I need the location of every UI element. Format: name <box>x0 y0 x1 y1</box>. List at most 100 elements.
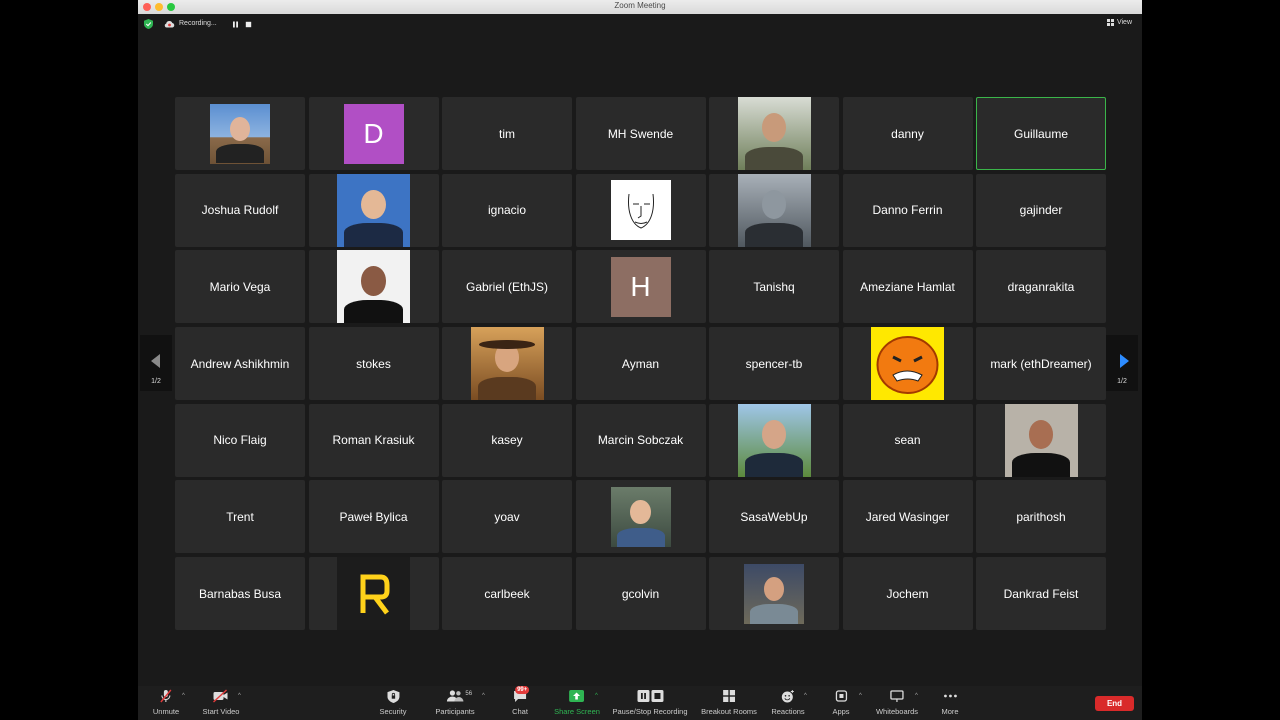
participant-tile[interactable]: Ameziane Hamlat <box>842 250 973 324</box>
pause-stop-recording-button[interactable]: Pause/Stop Recording <box>612 689 688 716</box>
share-screen-caret-icon[interactable]: ^ <box>595 693 598 699</box>
participant-tile[interactable]: Tanishq <box>709 250 839 324</box>
end-meeting-button[interactable]: End <box>1095 696 1134 711</box>
participant-tile[interactable]: sean <box>842 403 973 477</box>
participant-tile[interactable]: Dankrad Feist <box>976 557 1106 631</box>
participant-tile[interactable]: SasaWebUp <box>709 480 839 554</box>
security-button[interactable]: Security <box>379 689 407 716</box>
page-indicator-right: 1/2 <box>1117 378 1127 385</box>
participant-tile[interactable]: D <box>308 97 439 170</box>
participant-tile[interactable]: yoav <box>442 480 572 554</box>
participant-tile[interactable]: Marcin Sobczak <box>575 403 706 477</box>
chat-button[interactable]: 99+ Chat <box>512 686 530 716</box>
view-button[interactable]: View <box>1106 19 1132 26</box>
participant-tile[interactable] <box>308 557 439 631</box>
participant-tile[interactable] <box>175 97 305 170</box>
participant-tile[interactable] <box>575 173 706 247</box>
pause-recording-icon[interactable] <box>232 21 239 28</box>
participant-tile[interactable]: stokes <box>308 327 439 401</box>
participant-tile[interactable]: danny <box>842 97 973 170</box>
whiteboards-button[interactable]: Whiteboards <box>876 689 918 716</box>
participant-name: Gabriel (EthJS) <box>465 279 549 294</box>
previous-page-button[interactable]: 1/2 <box>140 335 172 391</box>
participant-tile[interactable] <box>709 403 839 477</box>
participant-tile[interactable]: Guillaume <box>976 97 1106 170</box>
participant-tile[interactable] <box>308 173 439 247</box>
participant-photo <box>610 180 671 241</box>
participant-tile[interactable]: parithosh <box>976 480 1106 554</box>
participant-tile[interactable]: MH Swende <box>575 97 706 170</box>
participant-tile[interactable] <box>842 327 973 401</box>
participant-tile[interactable] <box>709 557 839 631</box>
participant-name: spencer-tb <box>745 356 803 371</box>
participant-name: Barnabas Busa <box>198 586 282 601</box>
participant-tile[interactable] <box>709 97 839 170</box>
participant-tile[interactable] <box>442 327 572 401</box>
participant-tile[interactable]: Roman Krasiuk <box>308 403 439 477</box>
participant-tile[interactable]: Barnabas Busa <box>175 557 305 631</box>
unmute-label: Unmute <box>152 707 180 716</box>
participant-tile[interactable]: H <box>575 250 706 324</box>
share-screen-label: Share Screen <box>554 707 600 716</box>
participant-name: Joshua Rudolf <box>201 203 279 218</box>
chevron-left-icon <box>151 354 160 368</box>
reactions-button[interactable]: Reactions <box>771 689 805 716</box>
reactions-caret-icon[interactable]: ^ <box>804 693 807 699</box>
participant-tile[interactable] <box>709 173 839 247</box>
participant-tile[interactable]: gcolvin <box>575 557 706 631</box>
participant-tile[interactable]: Paweł Bylica <box>308 480 439 554</box>
participant-tile[interactable]: Trent <box>175 480 305 554</box>
share-screen-button[interactable]: Share Screen <box>554 689 600 716</box>
participant-photo <box>1004 403 1078 477</box>
participant-name: kasey <box>491 433 523 448</box>
participant-tile[interactable]: Mario Vega <box>175 250 305 324</box>
next-page-button[interactable]: 1/2 <box>1106 335 1138 391</box>
participant-tile[interactable]: Gabriel (EthJS) <box>442 250 572 324</box>
view-label: View <box>1116 19 1132 26</box>
participant-tile[interactable]: draganrakita <box>976 250 1106 324</box>
chevron-right-icon <box>1120 354 1129 368</box>
reactions-icon <box>781 689 794 702</box>
participant-tile[interactable]: Jared Wasinger <box>842 480 973 554</box>
participant-tile[interactable]: ignacio <box>442 173 572 247</box>
stop-recording-icon[interactable] <box>245 21 252 28</box>
participant-tile[interactable]: kasey <box>442 403 572 477</box>
participant-tile[interactable]: Danno Ferrin <box>842 173 973 247</box>
video-options-caret-icon[interactable]: ^ <box>238 693 241 699</box>
start-video-button[interactable]: Start Video <box>203 689 239 716</box>
audio-options-caret-icon[interactable]: ^ <box>182 693 185 699</box>
participant-tile[interactable] <box>308 250 439 324</box>
participants-icon <box>446 690 463 702</box>
more-button[interactable]: More <box>941 689 959 716</box>
participant-tile[interactable]: mark (ethDreamer) <box>976 327 1106 401</box>
breakout-rooms-button[interactable]: Breakout Rooms <box>701 689 757 716</box>
participant-tile[interactable]: tim <box>442 97 572 170</box>
share-screen-icon <box>569 690 585 702</box>
participant-name: danny <box>891 126 924 141</box>
participant-tile[interactable]: Nico Flaig <box>175 403 305 477</box>
shield-check-icon[interactable] <box>144 19 153 29</box>
participant-name: Andrew Ashikhmin <box>190 356 290 371</box>
participant-name: Nico Flaig <box>213 433 267 448</box>
apps-button[interactable]: Apps <box>832 689 850 716</box>
participant-tile[interactable]: spencer-tb <box>709 327 839 401</box>
participant-name: SasaWebUp <box>740 509 808 524</box>
participant-tile[interactable] <box>976 403 1106 477</box>
participant-name: Jared Wasinger <box>865 509 950 524</box>
participant-tile[interactable]: carlbeek <box>442 557 572 631</box>
whiteboards-caret-icon[interactable]: ^ <box>915 693 918 699</box>
participant-tile[interactable]: Andrew Ashikhmin <box>175 327 305 401</box>
participant-tile[interactable]: Joshua Rudolf <box>175 173 305 247</box>
zoom-window: Zoom Meeting Recording... View Dtim MH Sw… <box>138 0 1142 720</box>
breakout-rooms-icon <box>722 690 735 702</box>
unmute-button[interactable]: Unmute <box>153 689 179 716</box>
video-off-icon <box>213 689 228 703</box>
participant-tile[interactable]: Jochem <box>842 557 973 631</box>
participant-tile[interactable]: Ayman <box>575 327 706 401</box>
participants-button[interactable]: 56 Participants <box>435 689 475 716</box>
participant-tile[interactable]: gajinder <box>976 173 1106 247</box>
apps-caret-icon[interactable]: ^ <box>859 693 862 699</box>
participant-tile[interactable] <box>575 480 706 554</box>
participant-photo <box>737 173 811 247</box>
participants-caret-icon[interactable]: ^ <box>482 693 485 699</box>
